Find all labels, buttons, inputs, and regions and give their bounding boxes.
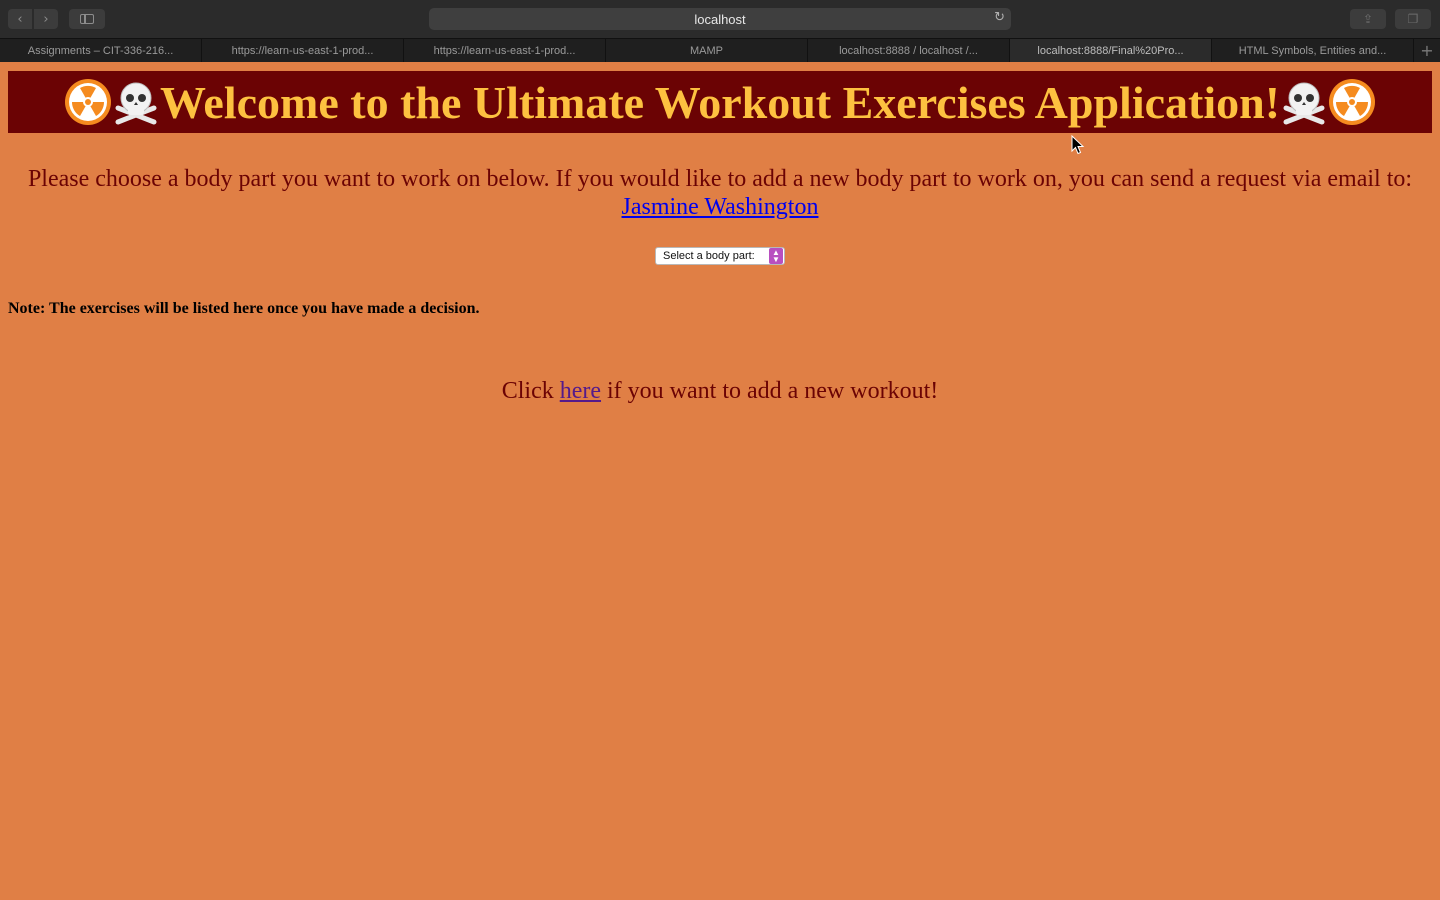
add-workout-link[interactable]: here (560, 378, 601, 404)
tabs-overview-icon: ❐ (1407, 12, 1419, 26)
body-part-select[interactable]: Select a body part: ▲ ▼ (655, 247, 785, 265)
show-tabs-button[interactable]: ❐ (1395, 9, 1431, 29)
sidebar-toggle-button[interactable] (69, 9, 105, 29)
tab-phpmyadmin[interactable]: localhost:8888 / localhost /... (808, 39, 1010, 62)
intro-paragraph: Please choose a body part you want to wo… (0, 165, 1440, 221)
page-content: Welcome to the Ultimate Workout Exercise… (0, 62, 1440, 900)
intro-text: Please choose a body part you want to wo… (27, 166, 1413, 192)
share-icon: ⇪ (1362, 12, 1374, 26)
forward-button[interactable]: › (34, 9, 58, 29)
add-workout-prefix: Click (501, 378, 554, 404)
tab-learn-2[interactable]: https://learn-us-east-1-prod... (404, 39, 606, 62)
address-bar[interactable]: localhost ↻ (429, 8, 1011, 30)
tab-assignments[interactable]: Assignments – CIT-336-216... (0, 39, 202, 62)
address-text: localhost (694, 11, 746, 27)
tab-learn-1[interactable]: https://learn-us-east-1-prod... (202, 39, 404, 62)
tab-bar: Assignments – CIT-336-216... https://lea… (0, 38, 1440, 62)
reload-icon[interactable]: ↻ (994, 10, 1005, 25)
tab-html-symbols[interactable]: HTML Symbols, Entities and... (1212, 39, 1414, 62)
add-workout-line: Click here if you want to add a new work… (0, 378, 1440, 405)
radioactive-icon (64, 78, 112, 126)
browser-toolbar: ‹ › localhost ↻ ⇪ ❐ (0, 0, 1440, 38)
skull-crossbones-icon (1280, 78, 1328, 126)
radioactive-icon (1328, 78, 1376, 126)
share-button[interactable]: ⇪ (1350, 9, 1386, 29)
tab-final-project[interactable]: localhost:8888/Final%20Pro... (1010, 39, 1212, 62)
contact-email-link[interactable]: Jasmine Washington (622, 194, 819, 220)
chevron-left-icon: ‹ (17, 11, 23, 27)
body-part-select-label: Select a body part: (663, 250, 755, 262)
new-tab-button[interactable]: + (1414, 39, 1440, 62)
page-title: Welcome to the Ultimate Workout Exercise… (159, 76, 1281, 128)
mouse-cursor-icon (1071, 135, 1085, 155)
tab-mamp[interactable]: MAMP (606, 39, 808, 62)
skull-crossbones-icon (112, 78, 160, 126)
page-title-banner: Welcome to the Ultimate Workout Exercise… (8, 71, 1432, 133)
sidebar-icon (80, 14, 94, 24)
chevron-right-icon: › (43, 11, 49, 27)
back-button[interactable]: ‹ (8, 9, 32, 29)
plus-icon: + (1420, 41, 1434, 60)
add-workout-suffix: if you want to add a new workout! (607, 378, 939, 404)
updown-chevron-icon: ▲ ▼ (769, 248, 783, 264)
exercises-note: Note: The exercises will be listed here … (8, 300, 480, 317)
